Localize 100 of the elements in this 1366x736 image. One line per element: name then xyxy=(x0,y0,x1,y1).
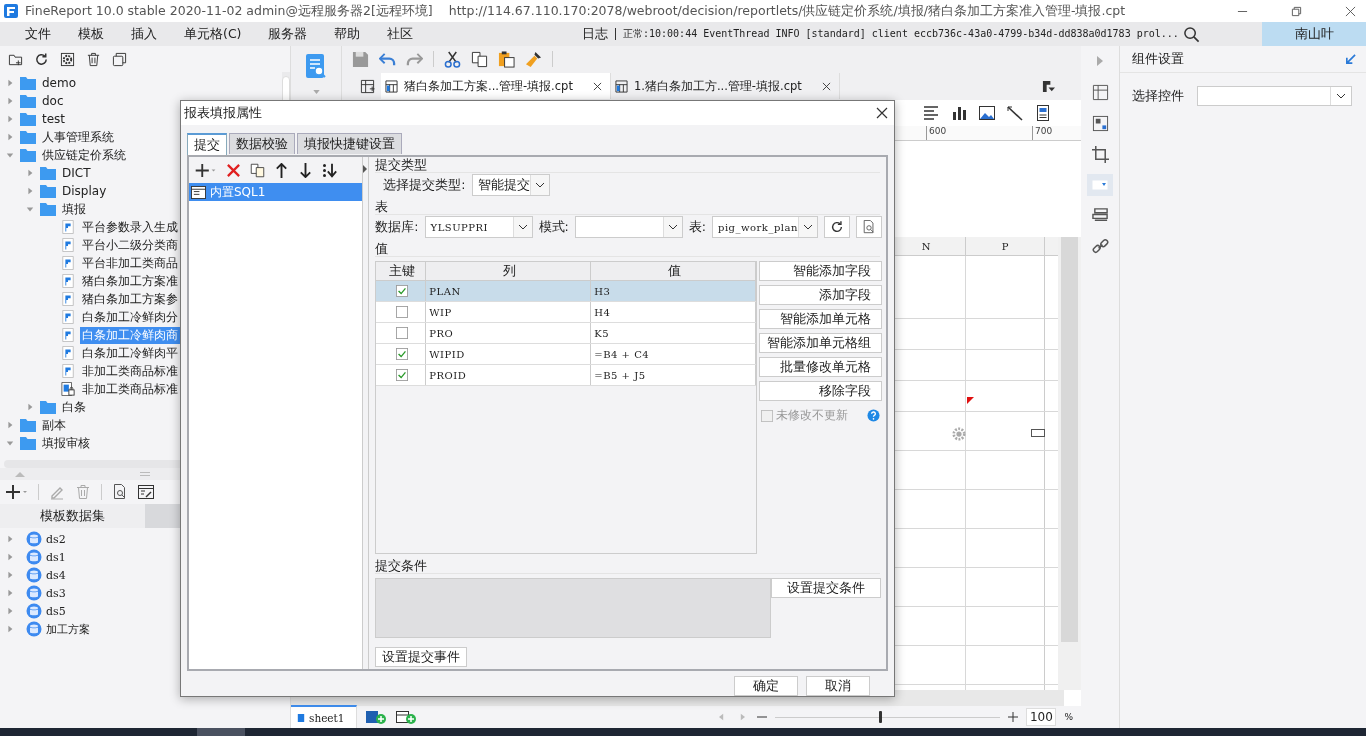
add-icon[interactable] xyxy=(195,162,217,178)
dataset-item[interactable]: ds5 xyxy=(46,604,66,618)
tree-item[interactable]: doc xyxy=(40,94,66,108)
dataset-item[interactable]: 加工方案 xyxy=(46,621,90,637)
apply-arrow-icon[interactable] xyxy=(1345,53,1356,65)
action-button[interactable]: 智能添加单元格 xyxy=(759,309,882,329)
expand-arrow-icon[interactable] xyxy=(6,97,14,105)
tree-item[interactable]: 人事管理系统 xyxy=(40,128,116,146)
table-row[interactable]: PRO K5 xyxy=(376,323,757,344)
menu-item[interactable]: 文件 xyxy=(25,25,51,43)
dataset-item[interactable]: ds2 xyxy=(46,532,66,546)
dataset-item[interactable]: ds1 xyxy=(46,550,66,564)
expand-arrow-icon[interactable] xyxy=(6,439,14,447)
paste-icon[interactable] xyxy=(498,50,515,68)
submit-type-dropdown[interactable]: 智能提交 xyxy=(471,174,550,196)
tree-item[interactable]: 供应链定价系统 xyxy=(40,146,128,164)
tree-item[interactable]: 非加工类商品标准 xyxy=(80,362,180,380)
grip-icon[interactable] xyxy=(140,471,150,477)
expand-arrow-icon[interactable] xyxy=(26,169,34,177)
datasets-tab[interactable]: 模板数据集 xyxy=(0,504,145,528)
close-icon[interactable] xyxy=(592,81,602,91)
expand-arrow-icon[interactable] xyxy=(6,115,14,123)
preview-icon[interactable] xyxy=(112,484,128,500)
dialog-tab[interactable]: 提交 xyxy=(187,133,227,155)
bar-chart-icon[interactable] xyxy=(951,105,967,121)
scrollbar[interactable] xyxy=(1058,237,1081,690)
column-header[interactable]: P xyxy=(965,237,1044,255)
checkbox[interactable] xyxy=(396,306,409,318)
table-row[interactable]: PROID =B5 + J5 xyxy=(376,365,757,386)
copy-icon[interactable] xyxy=(250,162,265,178)
set-condition-button[interactable]: 设置提交条件 xyxy=(771,578,882,598)
search-icon[interactable] xyxy=(1182,25,1200,43)
action-button[interactable]: 添加字段 xyxy=(759,285,882,305)
user-name[interactable]: 南山叶 xyxy=(1262,22,1366,46)
table-row[interactable]: PLAN H3 xyxy=(376,281,757,302)
menu-item[interactable]: 帮助 xyxy=(334,25,361,43)
expand-arrow-icon[interactable] xyxy=(6,79,14,87)
cut-icon[interactable] xyxy=(444,50,461,68)
tree-item[interactable]: 填报审核 xyxy=(40,434,92,452)
settings-icon[interactable] xyxy=(60,51,75,67)
link-icon[interactable] xyxy=(1091,238,1109,255)
zoom-in-icon[interactable] xyxy=(1008,712,1019,722)
tree-item[interactable]: test xyxy=(40,112,68,126)
expand-arrow-icon[interactable] xyxy=(6,571,14,579)
expand-arrow-icon[interactable] xyxy=(6,421,14,429)
add-dataset-icon[interactable] xyxy=(6,484,28,500)
template-tab[interactable]: 猪白条加工方案...管理-填报.cpt xyxy=(381,73,611,99)
delete-icon[interactable] xyxy=(86,51,101,67)
restore-icon[interactable] xyxy=(1291,5,1302,17)
crop-frame-icon[interactable] xyxy=(1091,146,1109,163)
expand-arrow-icon[interactable] xyxy=(26,187,34,195)
form-icon[interactable] xyxy=(1035,105,1051,121)
expand-arrow-icon[interactable] xyxy=(6,607,14,615)
refresh-button[interactable] xyxy=(824,216,850,238)
sheet-tab[interactable]: sheet1 xyxy=(291,705,358,729)
format-brush-icon[interactable] xyxy=(525,50,542,68)
expand-arrow-icon[interactable] xyxy=(6,151,14,159)
menu-item[interactable]: 服务器 xyxy=(268,25,308,43)
action-button[interactable]: 智能添加单元格组 xyxy=(759,333,882,353)
checkbox[interactable] xyxy=(396,348,409,360)
cell-attributes-icon[interactable] xyxy=(1091,115,1109,132)
expand-arrow-icon[interactable] xyxy=(26,403,34,411)
tree-item[interactable]: 平台参数录入生成 xyxy=(80,218,180,236)
help-icon[interactable] xyxy=(867,409,880,422)
dialog-tab[interactable]: 数据校验 xyxy=(229,133,295,154)
menu-item[interactable]: 插入 xyxy=(131,25,157,43)
tree-item[interactable]: DICT xyxy=(60,166,93,180)
duplicate-icon[interactable] xyxy=(112,51,127,67)
tree-item[interactable]: Display xyxy=(60,184,109,198)
menu-item[interactable]: 单元格(C) xyxy=(184,25,242,43)
expand-arrow-icon[interactable] xyxy=(6,589,14,597)
tree-item[interactable]: 白条加工冷鲜肉平 xyxy=(80,344,180,362)
tree-item[interactable]: 平台小二级分类商 xyxy=(80,236,180,254)
tree-item[interactable]: 非加工类商品标准 xyxy=(80,380,180,398)
checkbox[interactable] xyxy=(396,327,409,339)
database-dropdown[interactable]: YLSUPPRI xyxy=(424,216,533,238)
checkbox[interactable] xyxy=(396,285,409,297)
slash-line-icon[interactable] xyxy=(1007,105,1023,121)
tree-item[interactable]: demo xyxy=(40,76,79,90)
checkbox[interactable] xyxy=(396,369,409,381)
log-button[interactable]: 日志 xyxy=(582,25,608,43)
stack-layers-icon[interactable] xyxy=(1091,207,1109,224)
splitter-arrow-icon[interactable] xyxy=(363,165,368,173)
close-icon[interactable] xyxy=(1345,5,1356,17)
add-form-sheet-icon[interactable] xyxy=(395,710,418,724)
zoom-slider-thumb[interactable] xyxy=(878,711,882,723)
expand-arrow-icon[interactable] xyxy=(6,535,14,543)
image-icon[interactable] xyxy=(979,105,995,121)
action-button[interactable]: 批量修改单元格 xyxy=(759,357,882,377)
add-sheet-icon[interactable] xyxy=(365,710,388,724)
save-icon[interactable] xyxy=(352,50,369,68)
expand-arrow-icon[interactable] xyxy=(1097,56,1103,66)
tree-item[interactable]: 白条 xyxy=(60,398,88,416)
dialog-button[interactable]: 确定 xyxy=(734,676,798,696)
zoom-slider[interactable] xyxy=(775,711,1001,723)
dataset-item[interactable]: ds3 xyxy=(46,586,66,600)
tree-item[interactable]: 填报 xyxy=(60,200,88,218)
zoom-field[interactable]: 100 xyxy=(1026,708,1057,726)
text-align-icon[interactable] xyxy=(923,105,939,121)
close-icon[interactable] xyxy=(876,107,888,119)
